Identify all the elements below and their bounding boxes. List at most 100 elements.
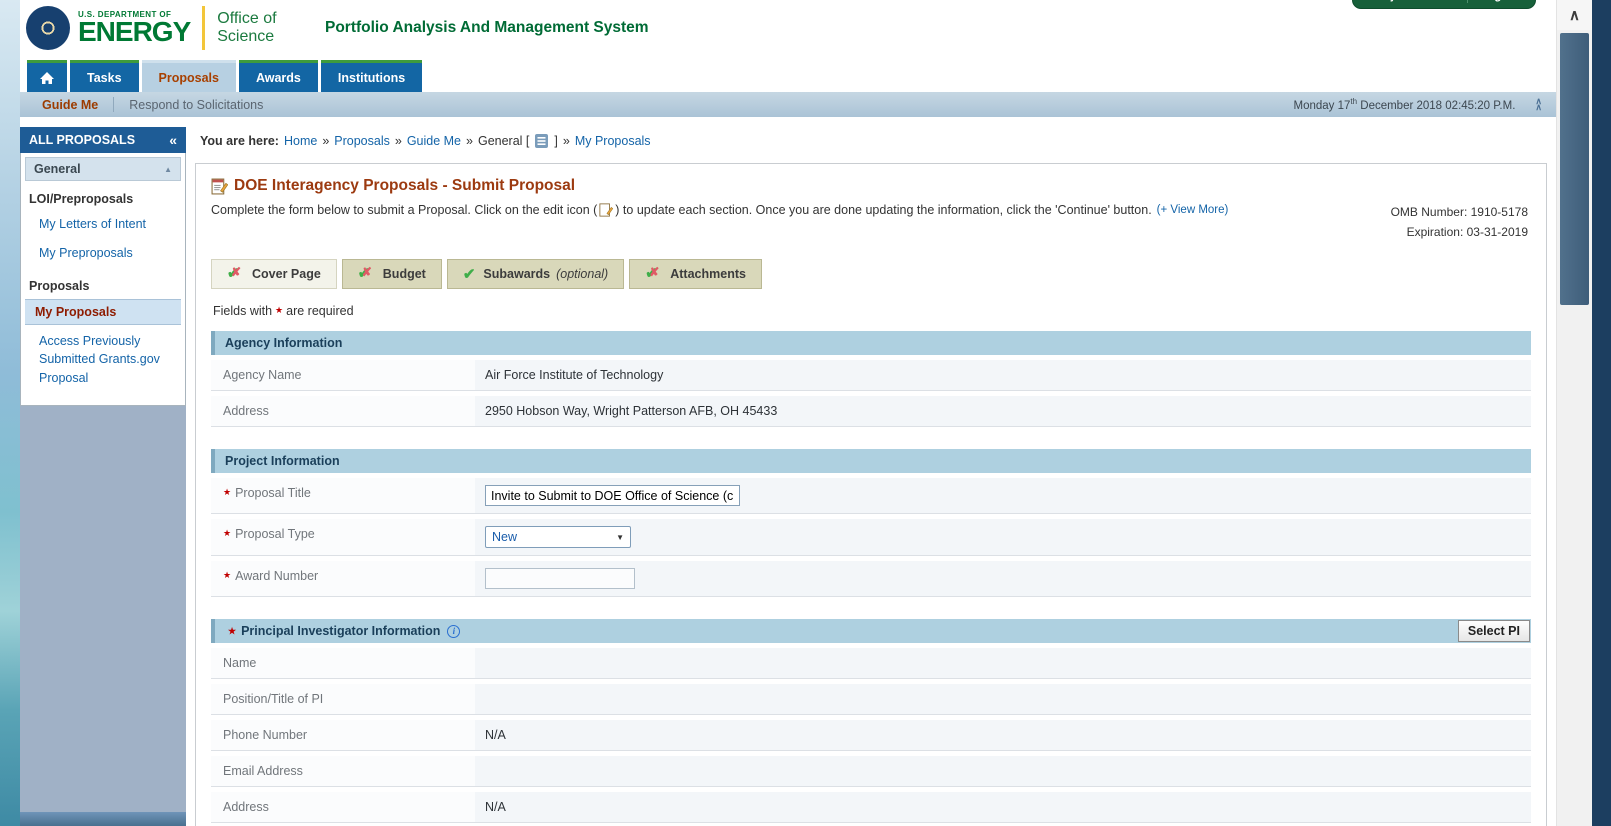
sidebar-item-my-proposals[interactable]: My Proposals	[25, 299, 181, 325]
omb-info: OMB Number: 1910-5178 Expiration: 03-31-…	[1391, 202, 1528, 243]
select-pi-button[interactable]: Select PI	[1458, 620, 1530, 642]
field-value-agency-name: Air Force Institute of Technology	[475, 360, 1531, 390]
doe-seal-icon	[26, 6, 70, 50]
tab-budget[interactable]: ✔ ✘ Budget	[342, 259, 442, 289]
office-line2: Science	[217, 28, 276, 46]
table-row: ★Award Number	[211, 561, 1531, 597]
breadcrumb-list-icon[interactable]	[535, 134, 548, 148]
field-label-pi-email: Email Address	[211, 756, 475, 786]
edit-icon-inline	[599, 203, 613, 217]
table-row: Email Address	[211, 756, 1531, 787]
tab-cover-page[interactable]: ✔ ✘ Cover Page	[211, 259, 337, 289]
collapse-chevron-icon[interactable]: ∧ ∧	[1535, 99, 1542, 110]
field-label-pi-name: Name	[211, 648, 475, 678]
page-title: DOE Interagency Proposals - Submit Propo…	[234, 177, 575, 195]
tab-subawards[interactable]: ✔ Subawards (optional)	[447, 259, 624, 289]
table-row: Name	[211, 648, 1531, 679]
sidebar-title: ALL PROPOSALS	[29, 133, 135, 147]
breadcrumb-proposals[interactable]: Proposals	[334, 134, 390, 148]
omb-expiration: Expiration: 03-31-2019	[1391, 222, 1528, 242]
field-label-award-number: ★Award Number	[211, 561, 475, 596]
section-header-pi: ★ Principal Investigator Information i S…	[211, 619, 1531, 643]
nav-tab-home[interactable]	[27, 60, 67, 92]
field-value-pi-email	[475, 756, 1531, 786]
sidebar-bottom-strip	[20, 812, 186, 826]
logo-divider	[202, 6, 205, 50]
required-fields-note: Fields with★are required	[211, 304, 1531, 318]
tab-attachments[interactable]: ✔ ✘ Attachments	[629, 259, 762, 289]
page-description: Complete the form below to submit a Prop…	[211, 203, 1531, 217]
proposal-title-input[interactable]	[485, 485, 740, 506]
dept-big-text: ENERGY	[78, 19, 190, 46]
view-more-link[interactable]: (+ View More)	[1157, 204, 1229, 216]
office-line1: Office of	[217, 10, 276, 28]
field-label-pi-phone: Phone Number	[211, 720, 475, 750]
secondary-nav: Guide Me Respond to Solicitations Monday…	[20, 92, 1556, 117]
user-menu-divider	[1467, 0, 1468, 3]
subnav-respond-to-solicitations[interactable]: Respond to Solicitations	[129, 98, 263, 112]
sidebar-collapse-icon[interactable]: «	[169, 132, 177, 148]
sidebar-group-proposals: Proposals	[25, 268, 181, 297]
nav-tab-proposals[interactable]: Proposals	[142, 60, 236, 92]
section-header-project: Project Information	[211, 449, 1531, 473]
sidebar-header: ALL PROPOSALS «	[20, 127, 186, 153]
main-content-card: DOE Interagency Proposals - Submit Propo…	[195, 163, 1547, 826]
table-row: ★Proposal Title	[211, 478, 1531, 514]
breadcrumb-home[interactable]: Home	[284, 134, 317, 148]
complete-check-icon: ✔	[463, 267, 476, 282]
breadcrumb: You are here: Home » Proposals » Guide M…	[200, 134, 651, 148]
scrollbar-up-icon[interactable]: ∧	[1557, 0, 1592, 30]
field-label-proposal-title: ★Proposal Title	[211, 478, 475, 513]
form-tabs: ✔ ✘ Cover Page ✔ ✘ Budget ✔ Subawards (o…	[211, 259, 1531, 289]
proposal-type-select[interactable]: New ▼	[485, 526, 631, 548]
nav-tab-institutions[interactable]: Institutions	[321, 60, 422, 92]
logout-button[interactable]: Logout	[1480, 0, 1519, 2]
field-label-pi-address: Address	[211, 792, 475, 822]
field-label-pi-position: Position/Title of PI	[211, 684, 475, 714]
section-header-agency: Agency Information	[211, 331, 1531, 355]
breadcrumb-guide-me[interactable]: Guide Me	[407, 134, 461, 148]
info-icon[interactable]: i	[447, 625, 460, 638]
required-star-icon: ★	[223, 528, 235, 538]
nav-tab-tasks[interactable]: Tasks	[70, 60, 139, 92]
accordion-triangle-icon: ▲	[164, 165, 172, 174]
field-value-pi-address: N/A	[475, 792, 1531, 822]
omb-number: OMB Number: 1910-5178	[1391, 202, 1528, 222]
table-row: Address 2950 Hobson Way, Wright Patterso…	[211, 396, 1531, 427]
dropdown-caret-icon: ▼	[616, 533, 624, 542]
field-value-pi-name	[475, 648, 1531, 678]
doe-logo[interactable]: U.S. DEPARTMENT OF ENERGY Office of Scie…	[26, 6, 277, 50]
table-row: Address N/A	[211, 792, 1531, 823]
datetime-display: Monday 17th December 2018 02:45:20 P.M.	[1293, 97, 1515, 112]
username-button[interactable]: BenjaminMoore	[1369, 0, 1455, 2]
table-row: ★Proposal Type New ▼	[211, 519, 1531, 556]
field-label-agency-address: Address	[211, 396, 475, 426]
field-value-pi-position	[475, 684, 1531, 714]
window-edge-strip	[1592, 0, 1611, 826]
sidebar-filler	[20, 406, 186, 812]
vertical-scrollbar[interactable]: ∧	[1556, 0, 1592, 826]
breadcrumb-general: General [	[478, 134, 529, 148]
award-number-input[interactable]	[485, 568, 635, 589]
sidebar-accordion-general[interactable]: General ▲	[25, 157, 181, 181]
table-row: Phone Number N/A	[211, 720, 1531, 751]
nav-tab-awards[interactable]: Awards	[239, 60, 318, 92]
breadcrumb-my-proposals[interactable]: My Proposals	[575, 134, 651, 148]
table-row: Position/Title of PI	[211, 684, 1531, 715]
incomplete-check-icon: ✔ ✘	[227, 267, 244, 282]
field-label-proposal-type: ★Proposal Type	[211, 519, 475, 555]
app-title: Portfolio Analysis And Management System	[325, 19, 649, 37]
edit-icon	[211, 178, 228, 195]
field-value-pi-phone: N/A	[475, 720, 1531, 750]
sidebar-item-my-letters-of-intent[interactable]: My Letters of Intent	[25, 210, 181, 239]
sidebar-item-access-grants-gov[interactable]: Access Previously Submitted Grants.gov P…	[25, 327, 181, 393]
breadcrumb-prefix: You are here:	[200, 134, 279, 148]
background-photo-strip	[0, 0, 20, 826]
subnav-guide-me[interactable]: Guide Me	[42, 98, 98, 112]
scrollbar-thumb[interactable]	[1560, 33, 1589, 305]
incomplete-check-icon: ✔ ✘	[645, 267, 662, 282]
user-menu[interactable]: BenjaminMoore Logout	[1352, 0, 1536, 9]
sidebar-item-my-preproposals[interactable]: My Preproposals	[25, 239, 181, 268]
required-star-icon: ★	[223, 487, 235, 497]
sidebar-panel: General ▲ LOI/Preproposals My Letters of…	[20, 153, 186, 406]
